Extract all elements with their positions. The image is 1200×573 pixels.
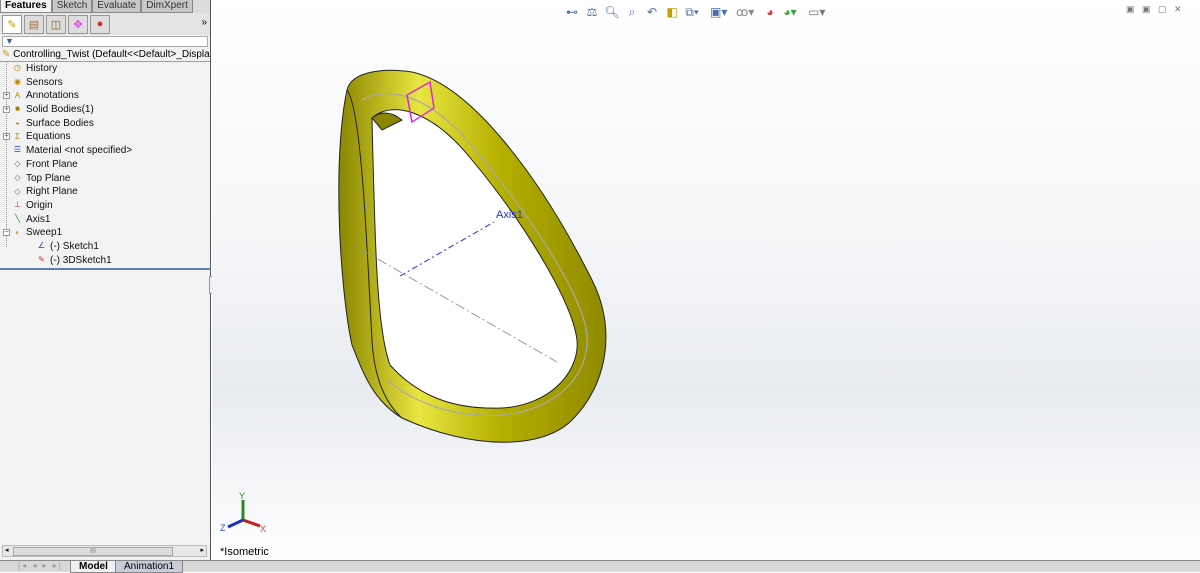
- triad-y-label: Y: [239, 491, 245, 501]
- root-label: Controlling_Twist (Default<<Default>_Dis…: [13, 49, 210, 60]
- tab-features[interactable]: Features: [0, 0, 52, 13]
- 3dsketch-icon: ✎: [38, 254, 45, 264]
- display-manager-icon[interactable]: ●: [90, 14, 110, 34]
- tree-item[interactable]: ◉ Sensors: [0, 76, 210, 90]
- tree-item[interactable]: + A Annotations: [0, 89, 210, 103]
- scroll-thumb[interactable]: III: [13, 547, 173, 556]
- tree-item-label: Equations: [26, 131, 71, 143]
- tree-item-label: History: [26, 63, 58, 74]
- tree-item-label: Solid Bodies(1): [26, 104, 94, 116]
- tree-item[interactable]: ☰ Material <not specified>: [0, 144, 210, 158]
- tree-item-label: Right Plane: [26, 186, 78, 198]
- surface-bodies-icon: ◒: [15, 118, 20, 128]
- sweep-body[interactable]: [338, 69, 607, 443]
- tree-item-label: Material <not specified>: [26, 145, 133, 157]
- tree-item[interactable]: ◇ Front Plane: [0, 158, 210, 172]
- tab-model[interactable]: Model: [70, 561, 117, 573]
- horizontal-scrollbar[interactable]: ◂ III ▸: [2, 545, 207, 557]
- tree-item[interactable]: ∠ (-) Sketch1: [0, 240, 210, 254]
- tree-separator: [0, 268, 211, 270]
- axis1-label: Axis1: [496, 209, 523, 221]
- tree-item-label: (-) 3DSketch1: [50, 254, 112, 266]
- tree-item-label: Axis1: [26, 213, 51, 225]
- tree-item-label: Surface Bodies: [26, 117, 94, 129]
- dimxpert-manager-icon[interactable]: ✥: [68, 14, 88, 34]
- expand-more-icon[interactable]: »: [201, 17, 207, 28]
- tree-item-label: Annotations: [26, 90, 79, 102]
- graphics-area[interactable]: ⊷ ⚖ 🔍︎ ⌕ ↶ ◧ ⧉▾ ▣▾ ꝏ▾ ◕ ◕▾ ▭▾ ▣ ▣ ▢ ✕ Ax…: [212, 0, 1200, 560]
- tree-item[interactable]: ✎ (-) 3DSketch1: [0, 254, 210, 268]
- model-view: Axis1 Y X Z: [220, 69, 607, 534]
- sweep-icon: ◐: [15, 227, 20, 237]
- feature-tree: ◷ History ◉ Sensors + A Annotations + ■ Solid Bod…: [0, 62, 210, 267]
- tree-item[interactable]: ⊥ Origin: [0, 199, 210, 213]
- tab-dimxpert[interactable]: DimXpert: [141, 0, 193, 13]
- history-icon: ◷: [14, 63, 21, 73]
- sketch-icon: ∠: [37, 241, 46, 251]
- tree-item[interactable]: ╲ Axis1: [0, 213, 210, 227]
- tree-item-label: (-) Sketch1: [50, 240, 99, 252]
- tree-item[interactable]: + ■ Solid Bodies(1): [0, 103, 210, 117]
- view-orientation-label: *Isometric: [220, 546, 269, 558]
- scroll-right-icon[interactable]: ▸: [200, 546, 204, 554]
- tree-item[interactable]: − ◐ Sweep1: [0, 226, 210, 240]
- funnel-icon: ▼: [5, 36, 14, 46]
- tree-item-label: Origin: [26, 199, 53, 211]
- equations-icon: Σ: [15, 131, 20, 141]
- triad-z-label: Z: [220, 523, 226, 533]
- origin-icon: ⊥: [14, 200, 21, 210]
- tree-item-label: Sweep1: [26, 227, 63, 239]
- expand-toggle-icon[interactable]: +: [3, 92, 10, 100]
- tree-item[interactable]: ◷ History: [0, 62, 210, 76]
- tab-evaluate[interactable]: Evaluate: [92, 0, 142, 13]
- triad-x-label: X: [260, 524, 266, 534]
- plane-icon: ◇: [14, 159, 21, 169]
- property-manager-icon[interactable]: ▤: [24, 14, 44, 34]
- filter-input[interactable]: ▼: [2, 36, 208, 47]
- feature-manager-panel: Features Sketch Evaluate DimXpert ✎ ▤ ◫ …: [0, 0, 211, 560]
- tree-item-label: Front Plane: [26, 158, 78, 170]
- expand-toggle-icon[interactable]: +: [3, 133, 10, 141]
- annotations-icon: A: [14, 90, 21, 100]
- bottom-tab-bar: |◂ ◂ ▸ ▸| Model Animation1: [0, 560, 1200, 573]
- tab-sketch[interactable]: Sketch: [51, 0, 93, 13]
- axis-icon: ╲: [15, 213, 20, 223]
- scroll-left-icon[interactable]: ◂: [5, 546, 9, 554]
- solid-bodies-icon: ■: [15, 104, 20, 114]
- tree-item[interactable]: + Σ Equations: [0, 130, 210, 144]
- configuration-manager-icon[interactable]: ◫: [46, 14, 66, 34]
- tab-animation1[interactable]: Animation1: [115, 561, 184, 573]
- tree-item-label: Sensors: [26, 76, 63, 88]
- command-manager-tabs: Features Sketch Evaluate DimXpert: [0, 0, 210, 13]
- tree-root[interactable]: ✎ Controlling_Twist (Default<<Default>_D…: [0, 48, 210, 62]
- feature-manager-icon[interactable]: ✎: [2, 14, 22, 34]
- manager-tabs: ✎ ▤ ◫ ✥ ● »: [0, 13, 210, 35]
- coordinate-triad: Y X Z: [220, 491, 266, 534]
- tree-item[interactable]: ◇ Top Plane: [0, 172, 210, 186]
- expand-toggle-icon[interactable]: +: [3, 106, 10, 114]
- plane-icon: ◇: [14, 172, 21, 182]
- tab-navigation-arrows[interactable]: |◂ ◂ ▸ ▸|: [18, 561, 63, 570]
- expand-toggle-icon[interactable]: −: [3, 229, 10, 237]
- tree-item[interactable]: ◒ Surface Bodies: [0, 117, 210, 131]
- tree-item-label: Top Plane: [26, 172, 71, 184]
- plane-icon: ◇: [14, 186, 21, 196]
- material-icon: ☰: [13, 145, 22, 155]
- sensors-icon: ◉: [14, 77, 21, 87]
- part-icon: ✎: [2, 49, 11, 60]
- tree-item[interactable]: ◇ Right Plane: [0, 185, 210, 199]
